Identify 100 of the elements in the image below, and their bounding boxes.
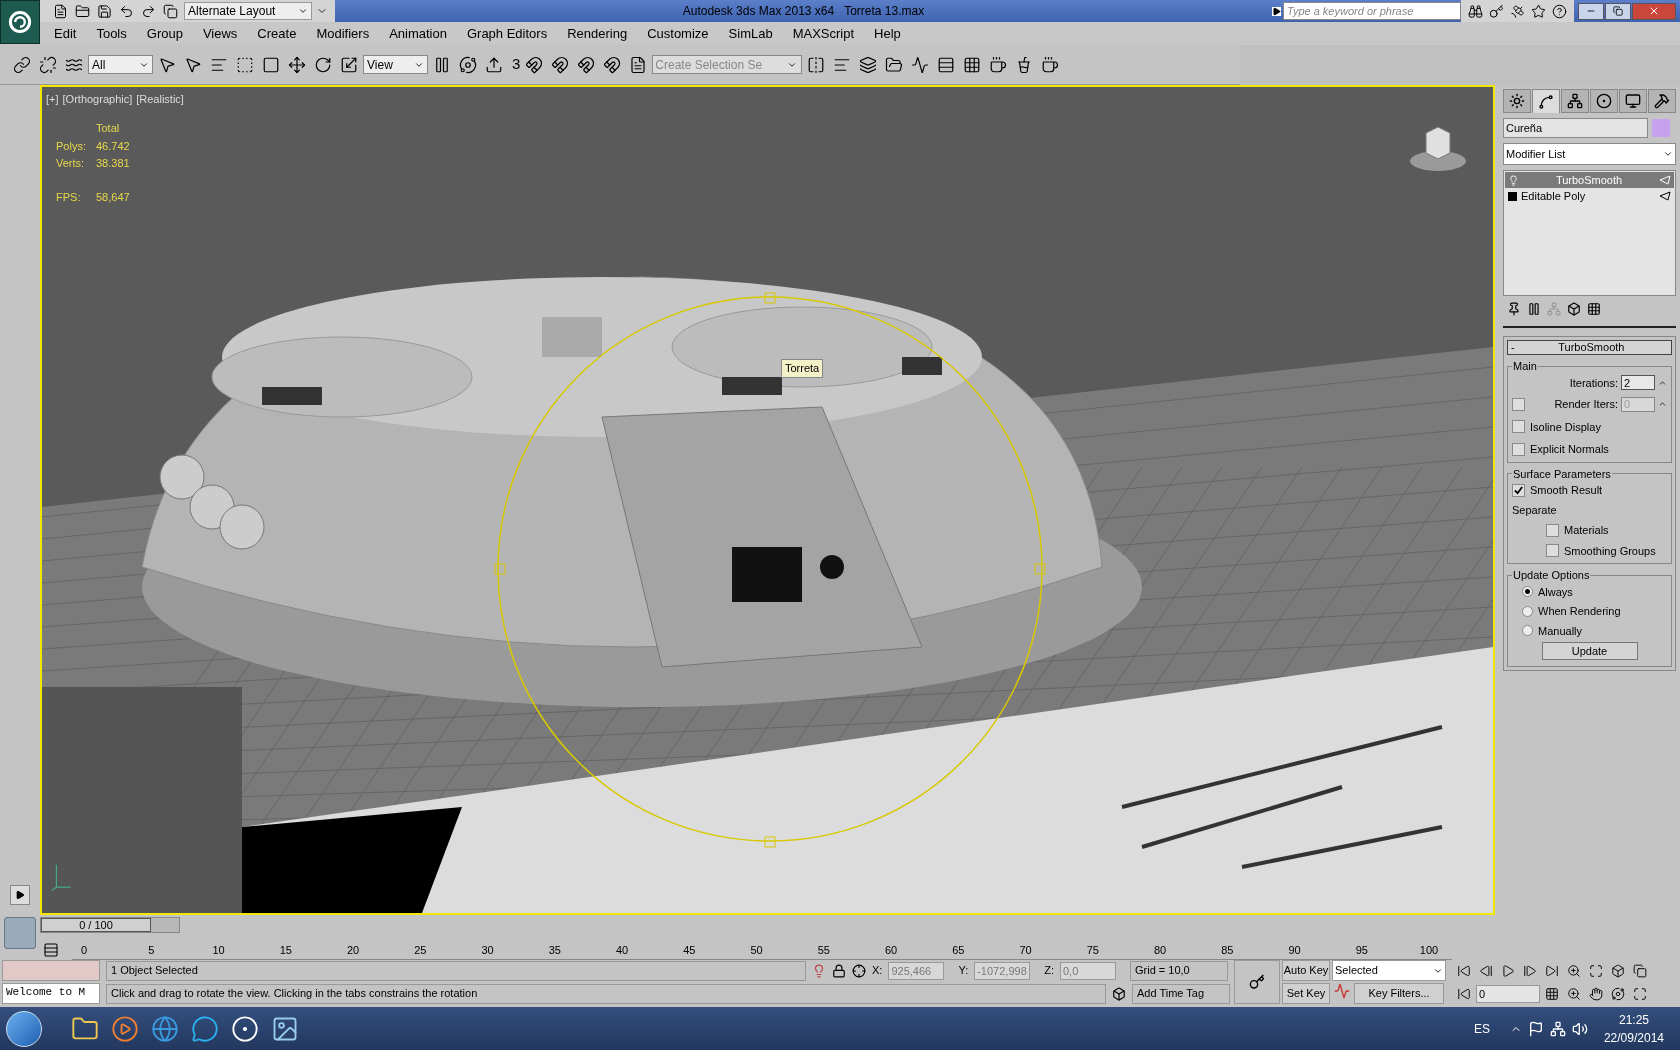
clock-time: 21:25: [1618, 1011, 1649, 1029]
workspace-dropdown[interactable]: Alternate Layout: [184, 2, 312, 20]
command-panel-tab[interactable]: [1590, 89, 1618, 113]
option-label: Materials: [1564, 523, 1609, 538]
hammer-icon: [1654, 93, 1670, 109]
app-logo-button[interactable]: [0, 0, 40, 44]
named-selection-field[interactable]: Create Selection Se: [652, 55, 803, 74]
command-panel-tab[interactable]: [1619, 89, 1647, 113]
checkbox[interactable]: [1546, 544, 1559, 558]
minimize-button[interactable]: [1578, 2, 1604, 20]
checkbox[interactable]: [1546, 523, 1559, 537]
y-label: Y:: [958, 963, 969, 979]
time-slider[interactable]: 0 / 100: [40, 917, 180, 933]
object-color-swatch[interactable]: [1652, 119, 1670, 137]
group-title: Surface Parameters: [1512, 466, 1612, 482]
object-name-field[interactable]: Cureña: [1503, 118, 1648, 138]
curve-icon: [1538, 93, 1554, 110]
modifier-name: TurboSmooth: [1554, 172, 1624, 188]
ruler-label: 25: [414, 944, 427, 957]
command-panel-tab[interactable]: [1503, 89, 1531, 113]
viewport-label[interactable]: [Realistic]: [136, 91, 184, 108]
checkbox[interactable]: [1512, 442, 1525, 456]
set-keys-button[interactable]: [1234, 960, 1280, 1004]
update-button[interactable]: Update: [1541, 642, 1638, 660]
ruler-label: 90: [1288, 944, 1301, 957]
close-icon: [1648, 5, 1660, 17]
hierarchy-icon: [1567, 93, 1583, 109]
modifier-list-label: Modifier List: [1506, 146, 1566, 162]
key-mode-dropdown[interactable]: Selected: [1332, 960, 1446, 981]
command-panel-tab[interactable]: [1561, 89, 1589, 113]
modifier-stack-item[interactable]: Editable Poly: [1505, 188, 1674, 204]
add-time-tag-button[interactable]: Add Time Tag: [1132, 983, 1230, 1004]
menu-item[interactable]: Help: [864, 23, 911, 44]
modifier-list-dropdown[interactable]: Modifier List: [1503, 143, 1676, 165]
pin-icon: [1507, 302, 1521, 316]
menu-item[interactable]: SimLab: [718, 23, 783, 44]
lightbulb-icon: [812, 963, 826, 978]
ruler-label: 20: [346, 944, 360, 957]
radio-button[interactable]: [1522, 625, 1533, 637]
search-field[interactable]: Type a keyword or phrase: [1283, 2, 1461, 20]
set-key-button[interactable]: Set Key: [1282, 983, 1330, 1004]
group-title: Update Options: [1512, 568, 1591, 583]
viewport-label[interactable]: [+]: [46, 91, 59, 108]
menu-item[interactable]: Edit: [44, 23, 87, 44]
ruler-label: 100: [1419, 944, 1439, 957]
language-indicator[interactable]: ES: [1473, 1019, 1490, 1038]
command-panel-tab[interactable]: [1532, 89, 1560, 113]
rollout-header[interactable]: - TurboSmooth: [1507, 340, 1672, 355]
group-title: Main: [1512, 359, 1538, 374]
stat-value: 38.381: [96, 156, 130, 171]
key-mode-value: Selected: [1335, 963, 1378, 979]
reference-coordinate-dropdown[interactable]: View: [363, 55, 428, 74]
selection-filter-value: All: [92, 56, 106, 74]
time-slider-thumb[interactable]: 0 / 100: [41, 918, 151, 932]
iterations-spinner[interactable]: 2: [1621, 375, 1655, 391]
triangle-icon: [1659, 175, 1671, 185]
menu-item[interactable]: Modifiers: [306, 23, 380, 44]
modifier-stack-item[interactable]: TurboSmooth: [1505, 172, 1674, 188]
grid-size-display: Grid = 10,0: [1130, 960, 1228, 981]
command-panel-tab[interactable]: [1648, 89, 1676, 113]
ruler-label: 50: [750, 944, 763, 957]
menu-item[interactable]: MAXScript: [782, 23, 865, 44]
fps-value: 58,647: [96, 189, 130, 205]
menu-item[interactable]: Views: [192, 23, 248, 44]
menu-item[interactable]: Graph Editors: [456, 23, 558, 44]
menu-item[interactable]: Animation: [379, 23, 457, 44]
key-filters-button[interactable]: Key Filters...: [1354, 983, 1444, 1004]
menu-item[interactable]: Group: [136, 23, 193, 44]
checkbox[interactable]: [1512, 483, 1525, 497]
option-label: Always: [1538, 584, 1573, 600]
ruler-label: 85: [1221, 944, 1234, 957]
restore-button[interactable]: [1605, 2, 1631, 20]
viewport[interactable]: [+] [Orthographic] [Realistic] Total Polys: 46.742 Verts: 38.381 FPS: 58,647 Torreta: [40, 85, 1495, 915]
viewport-label[interactable]: [Orthographic]: [62, 91, 133, 108]
maxscript-listener-error-field[interactable]: [2, 960, 100, 981]
current-frame-field[interactable]: 0: [1476, 984, 1540, 1003]
maxscript-listener-field[interactable]: Welcome to M: [2, 983, 100, 1004]
play-arrow-button[interactable]: [10, 885, 30, 905]
option-label: Smooth Result: [1530, 483, 1603, 498]
menu-item[interactable]: Customize: [637, 23, 719, 44]
object-tooltip: Torreta: [781, 359, 824, 378]
lock-icon: [832, 963, 846, 978]
menu-item[interactable]: Rendering: [557, 23, 638, 44]
caret-icon: [298, 6, 308, 16]
stats-header: Total: [96, 121, 121, 136]
ruler-label: 95: [1355, 944, 1368, 957]
menu-item[interactable]: Tools: [86, 23, 137, 44]
ruler-label: 65: [952, 944, 965, 957]
menu-item[interactable]: Create: [247, 23, 307, 44]
ruler-label: 60: [884, 944, 898, 957]
snap-toggle-label[interactable]: 3: [508, 53, 521, 76]
triangle-icon: [1659, 191, 1671, 201]
start-button[interactable]: [6, 1010, 42, 1047]
selection-filter-dropdown[interactable]: All: [88, 55, 153, 74]
radio-button[interactable]: [1522, 605, 1533, 617]
checkbox[interactable]: [1512, 397, 1525, 411]
auto-key-button[interactable]: Auto Key: [1282, 960, 1330, 981]
collapse-toggle[interactable]: -: [1511, 339, 1515, 356]
checkbox[interactable]: [1512, 420, 1525, 434]
radio-button[interactable]: [1522, 586, 1533, 598]
